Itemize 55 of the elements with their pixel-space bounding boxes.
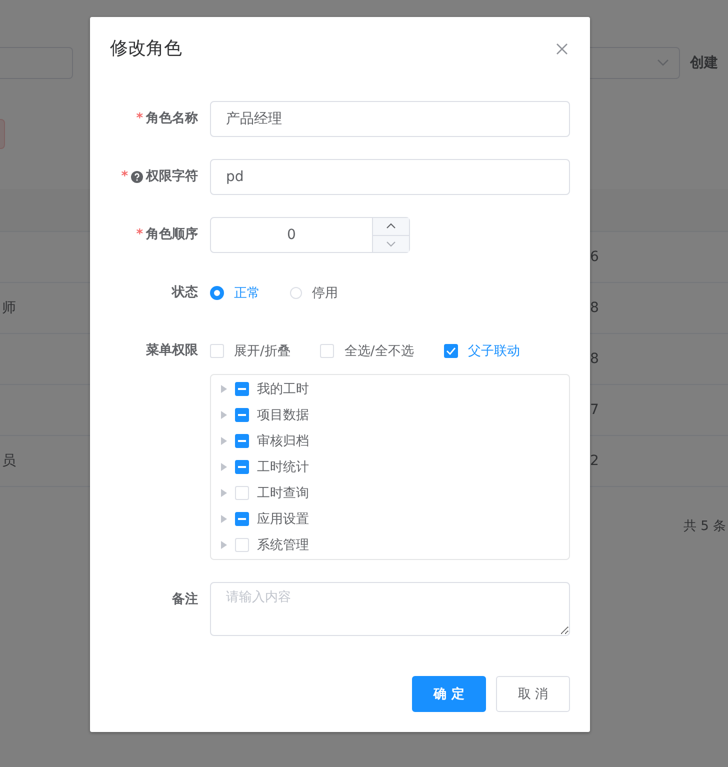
expand-icon[interactable] (221, 463, 227, 471)
tree-node-label[interactable]: 系统管理 (257, 536, 309, 554)
tree-node-label[interactable]: 工时统计 (257, 458, 309, 476)
chevron-up-icon (386, 223, 396, 230)
filter-label: 创建 (690, 54, 719, 72)
radio-option[interactable]: 正常 (210, 284, 260, 302)
expand-icon[interactable] (221, 515, 227, 523)
table-cell: 8 (590, 300, 599, 316)
table-cell: 2 (590, 453, 599, 469)
table-cell: 8 (590, 351, 599, 367)
expand-icon[interactable] (221, 437, 227, 445)
close-icon[interactable] (556, 43, 568, 55)
expand-icon[interactable] (221, 385, 227, 393)
tree-checkbox[interactable] (235, 434, 249, 448)
tree-checkbox[interactable] (235, 460, 249, 474)
tree-checkbox[interactable] (235, 408, 249, 422)
required-mark: * (136, 110, 143, 128)
table-cell: 7 (590, 402, 599, 418)
tree-node-label[interactable]: 项目数据 (257, 406, 309, 424)
number-input[interactable]: 0 (210, 217, 410, 253)
remark-textarea[interactable]: 请输入内容 (210, 582, 570, 636)
tree-checkbox[interactable] (235, 512, 249, 526)
tree-node-label[interactable]: 工时查询 (257, 484, 309, 502)
pagination-total: 共 5 条 (683, 518, 726, 535)
table-cell: 员 (2, 452, 16, 470)
tree-node-label[interactable]: 审核归档 (257, 432, 309, 450)
required-mark: * (136, 226, 143, 244)
tree-node-label[interactable]: 我的工时 (257, 380, 309, 398)
cancel-button[interactable]: 取 消 (496, 676, 570, 712)
field-label: 状态 (172, 284, 198, 302)
radio-option[interactable]: 停用 (290, 284, 338, 302)
dialog-title: 修改角色 (110, 37, 182, 61)
table-cell: 师 (2, 299, 16, 317)
input-field[interactable]: pd (210, 159, 570, 195)
expand-icon[interactable] (221, 541, 227, 549)
toolbar-button[interactable] (0, 119, 5, 149)
table-cell: 6 (590, 249, 599, 265)
chevron-down-icon (657, 59, 669, 67)
field-label: 角色顺序 (146, 226, 198, 244)
tree-checkbox[interactable] (235, 382, 249, 396)
check-icon (446, 347, 456, 355)
expand-icon[interactable] (221, 489, 227, 497)
checkbox-option[interactable]: 全选/全不选 (320, 342, 414, 360)
confirm-button[interactable]: 确 定 (412, 676, 486, 712)
checkbox-option[interactable]: 父子联动 (444, 342, 520, 360)
field-label: 角色名称 (146, 110, 198, 128)
tree-node-label[interactable]: 应用设置 (257, 510, 309, 528)
field-label: 权限字符 (146, 168, 198, 186)
required-mark: * (121, 168, 128, 186)
expand-icon[interactable] (221, 411, 227, 419)
field-label: 备注 (172, 590, 198, 609)
chevron-down-icon (386, 240, 396, 247)
field-label: 菜单权限 (146, 342, 198, 360)
checkbox-option[interactable]: 展开/折叠 (210, 342, 290, 360)
input-field[interactable]: 产品经理 (210, 101, 570, 137)
